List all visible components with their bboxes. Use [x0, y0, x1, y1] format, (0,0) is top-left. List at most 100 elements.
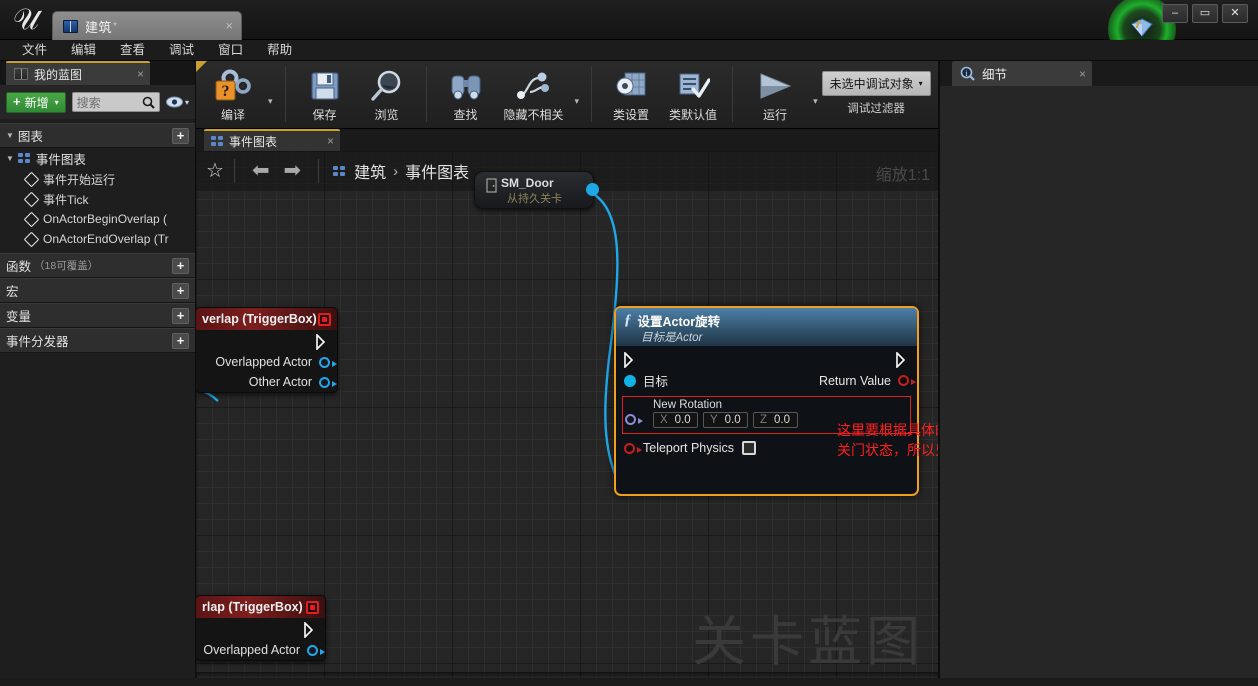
blueprint-book-icon [14, 68, 28, 80]
document-tab-close-icon[interactable]: × [191, 19, 233, 32]
function-icon: ƒ [624, 312, 632, 328]
play-dropdown-icon[interactable]: ▾ [809, 96, 822, 107]
tree-item-on-actor-end-overlap[interactable]: OnActorEndOverlap (Tr [0, 229, 195, 249]
my-blueprint-panel: 我的蓝图 × + 新增 ▾ 搜索 ▾ ▼ 图表 + ▼ 事件图表 事件开始运行 … [0, 61, 195, 686]
graph-icon [17, 153, 31, 164]
add-event-dispatcher-button[interactable]: + [172, 332, 189, 349]
tab-details[interactable]: i 细节 × [952, 61, 1092, 86]
node-header: ƒ 设置Actor旋转 目标是Actor [616, 308, 917, 346]
play-button[interactable]: 运行 [741, 61, 809, 123]
gem-icon[interactable] [1129, 17, 1155, 39]
tree-item-event-graph[interactable]: ▼ 事件图表 [0, 148, 195, 169]
menu-edit[interactable]: 编辑 [59, 40, 108, 60]
back-arrow-icon[interactable]: ⬅ [245, 160, 277, 181]
output-pin-other-actor[interactable]: Other Actor [196, 372, 337, 392]
node-sm-door[interactable]: SM_Door 从持久关卡 [474, 171, 599, 209]
menu-window[interactable]: 窗口 [206, 40, 255, 60]
rotation-z-field[interactable]: Z 0.0 [753, 412, 798, 428]
browse-button[interactable]: 浏览 [356, 61, 418, 123]
add-graph-button[interactable]: + [172, 127, 189, 144]
pin-label: Overlapped Actor [203, 643, 300, 657]
hide-unrelated-dropdown-icon[interactable]: ▾ [571, 96, 584, 107]
tree-section-macros[interactable]: 宏 + [0, 278, 195, 303]
graph-tab-label: 事件图表 [229, 134, 278, 149]
tree-section-graphs[interactable]: ▼ 图表 + [0, 123, 195, 148]
input-pin-target[interactable] [624, 374, 636, 387]
axis-label: Y [710, 414, 718, 426]
tree-item-label: 事件Tick [43, 192, 89, 207]
compile-dropdown-icon[interactable]: ▾ [264, 96, 277, 107]
binoculars-icon [448, 67, 484, 105]
new-rotation-label: New Rotation [653, 399, 723, 411]
toolbar-separator [284, 66, 286, 122]
close-button[interactable]: ✕ [1222, 4, 1248, 23]
document-tab-strip: 建筑 * × [52, 11, 242, 40]
favorite-star-icon[interactable]: ☆ [206, 161, 224, 181]
event-diamond-icon [23, 171, 40, 187]
details-tab-close-icon[interactable]: × [1049, 67, 1086, 81]
search-input[interactable]: 搜索 [71, 92, 160, 112]
tree-item-event-tick[interactable]: 事件Tick [0, 189, 195, 209]
input-pin-teleport-physics[interactable] [624, 442, 642, 454]
class-defaults-button[interactable]: 类默认值 [662, 61, 724, 123]
exec-output-pin[interactable] [304, 622, 317, 638]
eye-icon [165, 96, 183, 108]
graph-icon [211, 135, 224, 147]
add-function-button[interactable]: + [172, 257, 189, 274]
my-blueprint-tab-close-icon[interactable]: × [113, 67, 144, 81]
tab-event-graph[interactable]: 事件图表 × [204, 129, 340, 151]
find-button[interactable]: 查找 [435, 61, 497, 123]
tree-section-label: 事件分发器 [6, 335, 69, 349]
tree-section-variables[interactable]: 变量 + [0, 303, 195, 328]
menu-debug[interactable]: 调试 [157, 40, 206, 60]
output-pin-object[interactable] [586, 183, 599, 196]
exec-output-pin[interactable] [316, 334, 329, 350]
node-set-actor-rotation[interactable]: ƒ 设置Actor旋转 目标是Actor 目标 Return Value New… [614, 306, 919, 496]
node-on-actor-end-overlap[interactable]: rlap (TriggerBox) Overlapped Actor [196, 595, 326, 661]
output-pin-overlapped-actor[interactable]: Overlapped Actor [196, 640, 325, 660]
breadcrumb-leaf[interactable]: 事件图表 [405, 159, 469, 183]
event-graph-label: 事件图表 [35, 153, 86, 167]
node-on-actor-begin-overlap[interactable]: verlap (TriggerBox) Overlapped Actor Oth… [196, 307, 338, 393]
rotation-x-field[interactable]: X 0.0 [653, 412, 698, 428]
visibility-options-button[interactable]: ▾ [165, 96, 189, 108]
hide-unrelated-button[interactable]: 隐藏不相关 [497, 61, 571, 123]
window-bottom-strip [0, 678, 1258, 686]
pin-label: Other Actor [248, 375, 312, 389]
compile-button[interactable]: ? 编译 [202, 61, 264, 123]
blueprint-graph-canvas[interactable]: ☆ ⬅ ➡ 建筑 › 事件图表 缩放1:1 关卡蓝图 SM_Door 从持久关卡… [196, 151, 938, 678]
event-node-badge-icon [306, 600, 319, 614]
document-tab-title: 建筑 [85, 19, 113, 35]
collapse-arrow-icon: ▼ [6, 131, 14, 140]
tree-item-event-begin-play[interactable]: 事件开始运行 [0, 169, 195, 189]
tab-my-blueprint[interactable]: 我的蓝图 × [6, 61, 150, 85]
input-pin-new-rotation[interactable] [625, 414, 643, 425]
tree-section-label: 图表 [17, 130, 43, 144]
exec-input-pin[interactable] [624, 352, 637, 368]
exec-output-pin[interactable] [896, 352, 909, 368]
rotation-y-field[interactable]: Y 0.0 [703, 412, 748, 428]
teleport-physics-checkbox[interactable] [742, 441, 757, 455]
tree-section-event-dispatchers[interactable]: 事件分发器 + [0, 328, 195, 353]
output-pin-overlapped-actor[interactable]: Overlapped Actor [196, 352, 337, 372]
graph-tab-close-icon[interactable]: × [303, 134, 334, 148]
axis-value: 0.0 [674, 414, 691, 426]
document-tab-building[interactable]: 建筑 * × [52, 11, 242, 40]
debug-object-select[interactable]: 未选中调试对象 ▾ [821, 71, 931, 96]
maximize-button[interactable]: ▭ [1192, 4, 1218, 23]
tree-item-label: OnActorBeginOverlap ( [43, 212, 168, 226]
add-macro-button[interactable]: + [172, 282, 189, 299]
tree-item-on-actor-begin-overlap[interactable]: OnActorBeginOverlap ( [0, 209, 195, 229]
breadcrumb-root[interactable]: 建筑 [354, 159, 386, 183]
add-variable-button[interactable]: + [172, 307, 189, 324]
menu-file[interactable]: 文件 [10, 40, 59, 60]
class-settings-button[interactable]: 类设置 [600, 61, 662, 123]
menu-help[interactable]: 帮助 [255, 40, 304, 60]
output-pin-return-value[interactable] [898, 375, 916, 386]
tree-section-functions[interactable]: 函数 （18可覆盖） + [0, 253, 195, 278]
forward-arrow-icon[interactable]: ➡ [277, 160, 309, 181]
add-new-button[interactable]: + 新增 ▾ [6, 91, 66, 113]
menu-view[interactable]: 查看 [108, 40, 157, 60]
minimize-button[interactable]: – [1162, 4, 1188, 23]
save-button[interactable]: 保存 [294, 61, 356, 123]
